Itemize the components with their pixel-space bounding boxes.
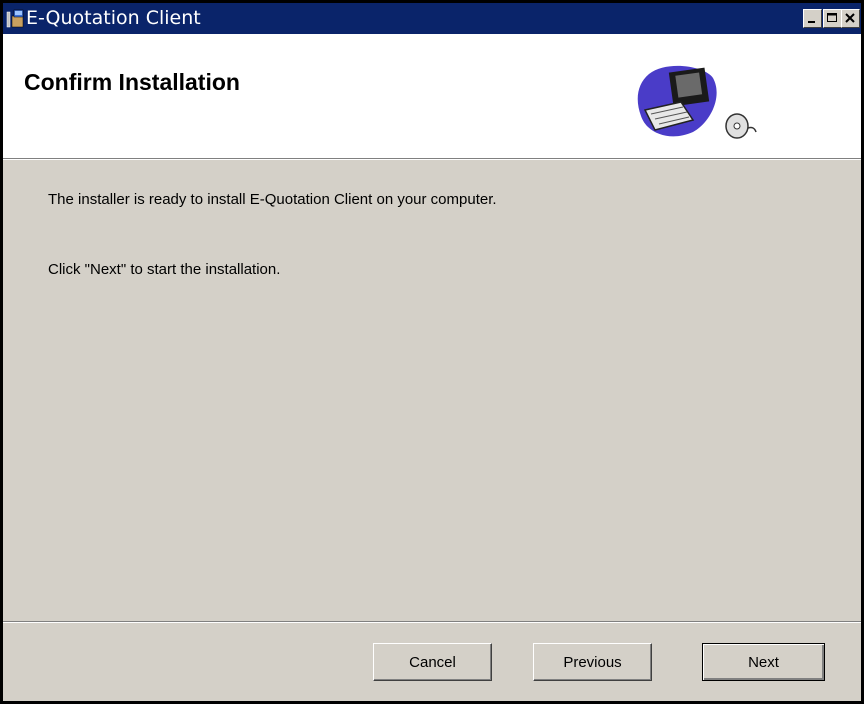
dialog-header: Confirm Installation [3, 34, 861, 158]
close-button[interactable] [841, 9, 860, 28]
previous-button[interactable]: Previous [533, 643, 652, 681]
instruction-message: Click "Next" to start the installation. [48, 261, 281, 278]
header-divider [3, 158, 861, 160]
minimize-button[interactable] [803, 9, 822, 28]
close-icon [845, 13, 855, 23]
minimize-icon [808, 21, 815, 23]
maximize-button[interactable] [823, 9, 842, 28]
ready-message: The installer is ready to install E-Quot… [48, 191, 497, 208]
maximize-icon [827, 13, 837, 22]
footer-divider [3, 621, 861, 623]
window-title: E-Quotation Client [26, 7, 201, 29]
installer-icon [6, 9, 24, 29]
next-button[interactable]: Next [702, 643, 825, 681]
installer-window: E-Quotation Client Confirm Installation [0, 0, 864, 704]
cancel-button[interactable]: Cancel [373, 643, 492, 681]
page-title: Confirm Installation [24, 69, 240, 95]
computer-cd-icon [627, 52, 767, 156]
title-bar[interactable]: E-Quotation Client [3, 3, 861, 34]
